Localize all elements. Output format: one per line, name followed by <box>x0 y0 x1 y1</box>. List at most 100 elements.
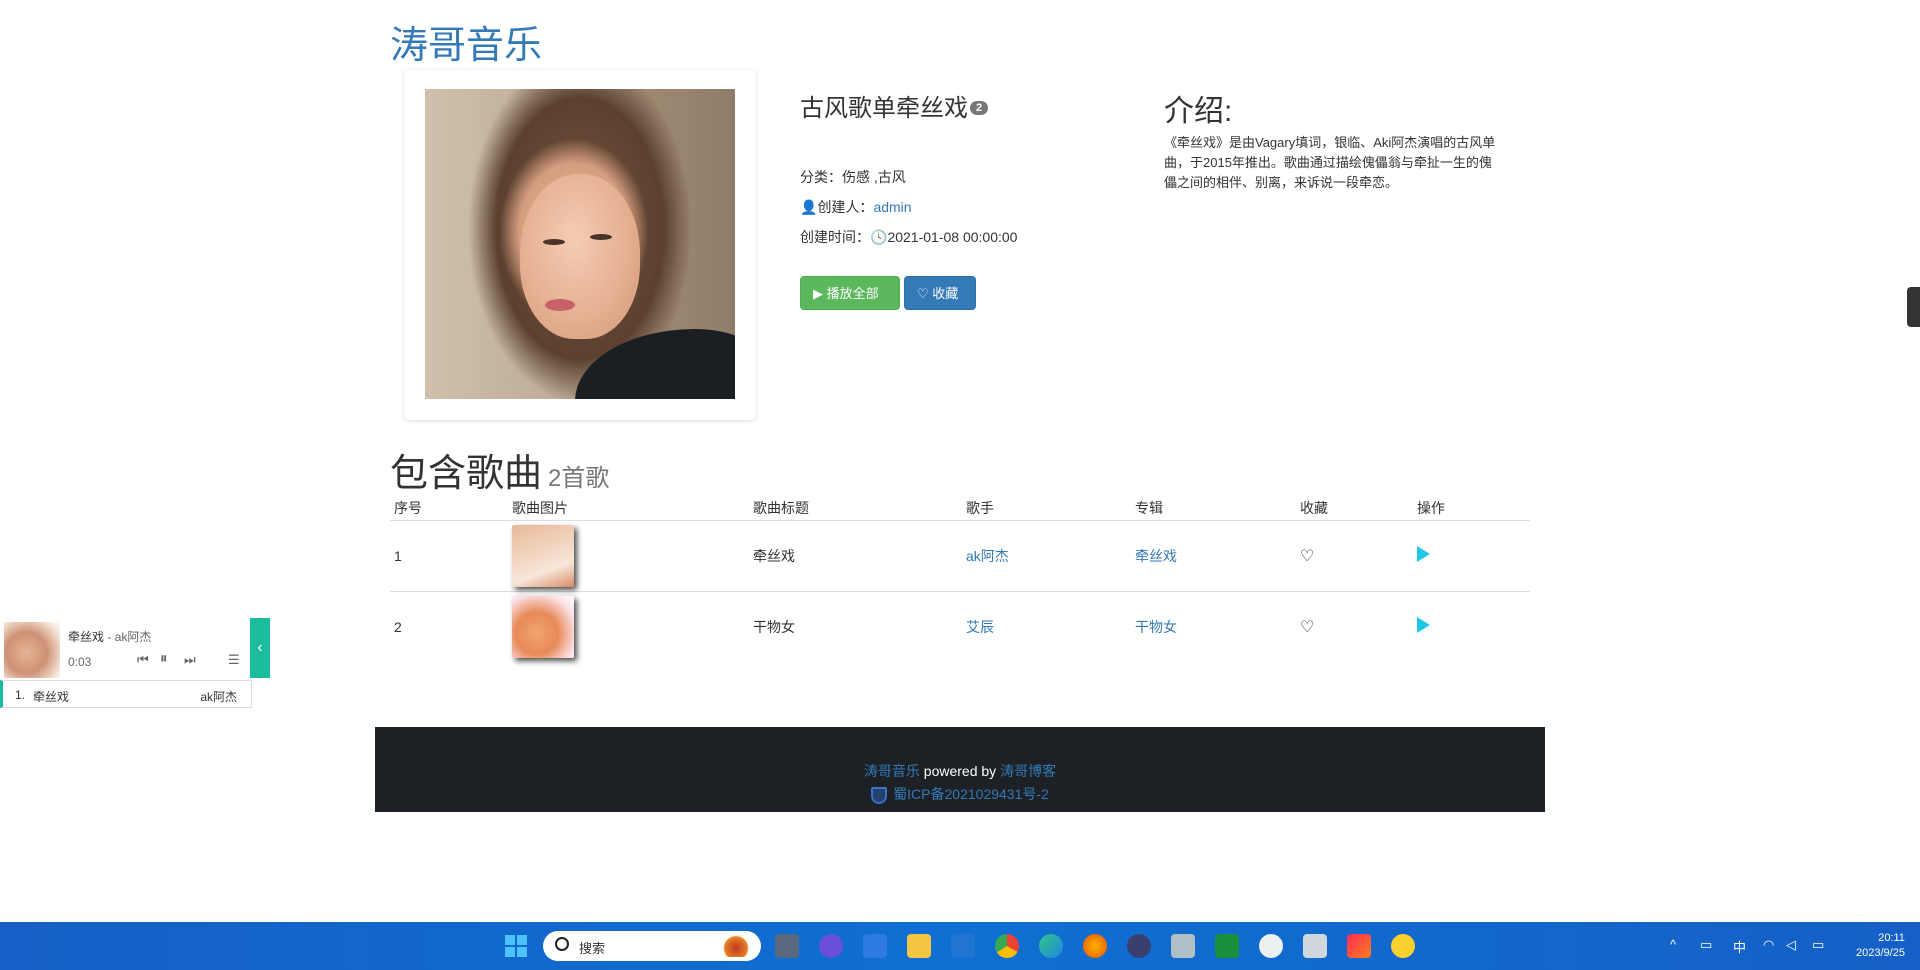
favorite-button[interactable]: ♡ 收藏 <box>904 276 976 310</box>
mail-icon[interactable] <box>951 934 975 958</box>
eclipse-icon[interactable] <box>1127 934 1151 958</box>
play-icon[interactable] <box>1417 546 1430 562</box>
monitor-icon[interactable] <box>1215 934 1239 958</box>
search-placeholder: 搜索 <box>579 941 606 956</box>
song-album-link[interactable]: 干物女 <box>1135 619 1177 635</box>
wifi-icon[interactable]: ◠ <box>1763 937 1774 953</box>
footer-credits: 涛哥音乐 powered by 涛哥博客 <box>375 761 1545 781</box>
song-index: 1 <box>390 519 508 591</box>
player-list-num: 1. <box>15 688 26 702</box>
keyboard-icon[interactable]: ▭ <box>1700 937 1712 953</box>
column-header: 操作 <box>1413 496 1530 521</box>
clock-icon: 🕓 <box>870 229 888 245</box>
player-main: 牵丝戏 - ak阿杰 0:03 ⏮ ⏸ ⏭ ☰ <box>0 618 252 678</box>
songs-count: 2首歌 <box>548 465 610 492</box>
column-header: 专辑 <box>1131 496 1296 521</box>
file-explorer-icon[interactable] <box>907 934 931 958</box>
footer-blog-link[interactable]: 涛哥博客 <box>1000 763 1056 779</box>
category-label: 分类： <box>800 169 842 185</box>
column-header: 歌曲图片 <box>508 496 749 521</box>
playlist-cover-card <box>404 70 756 420</box>
player-collapse-tab[interactable]: ‹ <box>250 618 270 678</box>
virtualbox-icon[interactable] <box>1171 934 1195 958</box>
cover-eye <box>590 234 612 240</box>
song-singer-cell: 艾辰 <box>962 590 1131 662</box>
column-header: 收藏 <box>1296 496 1413 521</box>
playlist-title: 古风歌单牵丝戏 2 <box>800 88 989 123</box>
favorite-label: 收藏 <box>932 286 959 301</box>
song-singer-cell: ak阿杰 <box>962 519 1131 591</box>
song-favorite-cell: ♡ <box>1296 519 1413 591</box>
cover-lip <box>545 299 575 311</box>
java-icon[interactable] <box>1259 934 1283 958</box>
play-icon[interactable] <box>1417 617 1430 634</box>
chrome-icon[interactable] <box>995 934 1019 958</box>
shield-icon <box>871 786 888 804</box>
playlist-created-time: 创建时间：🕓2021-01-08 00:00:00 <box>800 227 1017 247</box>
cover-face <box>520 174 640 339</box>
battery-icon[interactable]: ▭ <box>1812 937 1824 953</box>
table-row: 2 干物女 艾辰 干物女 ♡ <box>390 590 1530 662</box>
song-index: 2 <box>390 590 508 662</box>
player-song-artist: ak阿杰 <box>114 630 152 644</box>
player-song-title: 牵丝戏 <box>68 630 105 644</box>
playlist-cover-image <box>425 89 735 399</box>
heart-icon: ♡ <box>917 286 933 301</box>
player-cover[interactable] <box>4 622 60 678</box>
songs-table: 序号 歌曲图片 歌曲标题 歌手 专辑 收藏 操作 1 牵丝戏 ak阿杰 牵丝戏 … <box>390 496 1530 662</box>
teams-icon[interactable] <box>819 934 843 958</box>
player-list-name: 牵丝戏 <box>33 690 70 704</box>
edge-icon[interactable] <box>1039 934 1063 958</box>
tool-icon[interactable] <box>1303 934 1327 958</box>
player-list-item[interactable]: 1. 牵丝戏 ak阿杰 <box>0 680 252 708</box>
play-all-label: 播放全部 <box>826 286 879 301</box>
cover-shoulder <box>575 329 735 399</box>
firefox-icon[interactable] <box>1083 934 1107 958</box>
taskbar-clock[interactable]: 20:11 2023/9/25 <box>1856 931 1905 961</box>
play-all-button[interactable]: ▶ 播放全部 <box>800 276 900 310</box>
taskbar-search[interactable]: 搜索 <box>543 931 761 961</box>
volume-icon[interactable]: ◁ <box>1786 937 1796 953</box>
column-header: 歌手 <box>962 496 1131 521</box>
brand-link[interactable]: 涛哥音乐 <box>390 14 542 69</box>
footer-site-link[interactable]: 涛哥音乐 <box>864 763 920 779</box>
song-play-cell <box>1413 590 1530 662</box>
playlist-creator: 👤创建人：admin <box>800 197 912 217</box>
intro-text: 《牵丝戏》是由Vagary填词，银临、Aki阿杰演唱的古风单曲，于2015年推出… <box>1164 135 1496 190</box>
creator-label: 创建人： <box>817 199 874 215</box>
song-title: 干物女 <box>749 590 962 662</box>
next-icon[interactable]: ⏭ <box>184 652 196 668</box>
song-album-link[interactable]: 牵丝戏 <box>1135 548 1177 564</box>
playlist-category: 分类：伤感 ,古风 <box>800 167 906 187</box>
heart-icon[interactable]: ♡ <box>1300 548 1314 565</box>
player-list-artist: ak阿杰 <box>200 690 237 704</box>
pause-icon[interactable]: ⏸ <box>160 650 168 667</box>
heart-icon[interactable]: ♡ <box>1300 619 1314 636</box>
ime-indicator[interactable]: 中 <box>1733 937 1746 956</box>
table-row: 1 牵丝戏 ak阿杰 牵丝戏 ♡ <box>390 519 1530 591</box>
task-view-icon[interactable] <box>775 934 799 958</box>
intellij-icon[interactable] <box>1347 934 1371 958</box>
cover-eye <box>543 239 565 245</box>
song-singer-link[interactable]: 艾辰 <box>966 619 994 635</box>
icp-link[interactable]: 蜀ICP备2021029431号-2 <box>893 786 1049 802</box>
previous-icon[interactable]: ⏮ <box>137 652 149 668</box>
song-album-cell: 干物女 <box>1131 590 1296 662</box>
paw-icon[interactable] <box>1391 934 1415 958</box>
store-icon[interactable] <box>863 934 887 958</box>
song-singer-link[interactable]: ak阿杰 <box>966 548 1009 564</box>
creator-link[interactable]: admin <box>873 199 911 215</box>
player-separator: - <box>104 630 115 644</box>
search-icon <box>555 937 569 951</box>
song-play-cell <box>1413 519 1530 591</box>
chevron-up-icon[interactable]: ^ <box>1670 937 1676 952</box>
side-tool-tab[interactable] <box>1907 287 1920 327</box>
playlist-count-badge: 2 <box>970 101 989 115</box>
table-header-row: 序号 歌曲图片 歌曲标题 歌手 专辑 收藏 操作 <box>390 496 1530 521</box>
playlist-icon[interactable]: ☰ <box>228 652 240 668</box>
playlist-title-text: 古风歌单牵丝戏 <box>800 95 968 122</box>
windows-start-icon[interactable] <box>505 935 527 957</box>
song-title: 牵丝戏 <box>749 519 962 591</box>
song-image-cell <box>508 519 749 591</box>
footer-powered-by: powered by <box>919 763 1001 779</box>
